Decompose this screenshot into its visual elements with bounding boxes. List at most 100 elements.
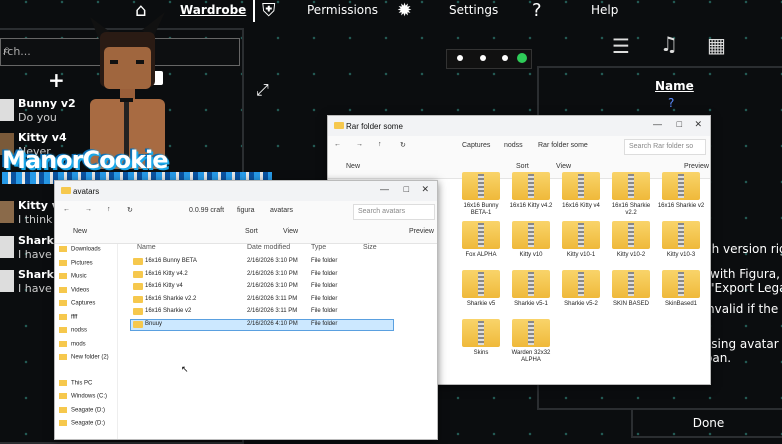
column-header-date[interactable]: Date modified [247,244,290,251]
done-button[interactable]: Done [631,408,782,438]
maximize-icon[interactable]: □ [677,119,682,129]
sliders-icon[interactable]: ☰ [612,34,630,58]
help-tab[interactable]: Help [591,3,618,17]
nav-item[interactable]: Seagate (D:) [59,420,105,427]
nav-item[interactable]: Seagate (D:) [59,406,105,413]
nav-label: Music [71,273,87,280]
folder-tile[interactable]: Kitty v10-2 [606,221,656,271]
column-header-name[interactable]: Name [137,244,156,251]
up-icon[interactable]: ↑ [378,141,382,148]
minimize-icon[interactable]: — [653,119,662,129]
column-header-type[interactable]: Type [311,244,326,251]
folder-tile[interactable]: Kitty v10-3 [656,221,706,271]
file-name: 16x16 Sharkie v2 [145,308,192,314]
folder-tile[interactable]: SkinBased1 [656,270,706,320]
table-row[interactable]: 16x16 Sharkie v2.2 2/16/2026 3:11 PM File … [131,295,393,305]
nav-item[interactable]: nodss [59,327,87,334]
breadcrumb-item[interactable]: Captures [462,142,490,149]
preview-button[interactable]: Preview [409,228,434,235]
sort-button[interactable]: Sort [245,228,258,235]
nav-item[interactable]: mods [59,340,86,347]
file-name: 16x16 Kitty v4 [145,283,183,289]
music-icon[interactable]: ♫ [660,32,678,56]
search-input[interactable]: Search Rar folder so [624,139,706,155]
folder-icon [462,270,500,298]
folder-label: Sharkie v5-1 [514,301,548,307]
blocks-icon[interactable]: ▦ [707,33,726,57]
breadcrumb-item[interactable]: Rar folder some [538,142,588,149]
file-type: File folder [311,308,338,314]
sort-button[interactable]: Sort [516,163,529,170]
nav-item[interactable]: Music [59,273,87,280]
new-button[interactable]: New [346,163,360,170]
folder-tile[interactable]: SKIN BASED [606,270,656,320]
forward-icon[interactable]: → [356,141,363,148]
permissions-tab[interactable]: Permissions [307,3,378,17]
minimize-icon[interactable]: — [380,184,389,194]
nav-item[interactable]: Windows (C:) [59,393,107,400]
file-name: 16x16 Kitty v4.2 [145,270,188,277]
folder-tile[interactable]: Fox ALPHA [456,221,506,271]
nav-item[interactable]: Videos [59,286,89,293]
back-icon[interactable]: ← [334,141,341,148]
table-row[interactable]: 16x16 Bunny BETA 2/16/2026 3:10 PM File fo… [131,257,393,267]
folder-tile[interactable]: 16x16 Bunny BETA-1 [456,172,506,222]
refresh-icon[interactable]: ↻ [400,141,406,149]
maximize-icon[interactable]: □ [404,184,409,194]
folder-tile[interactable]: Kitty v10-1 [556,221,606,271]
view-button[interactable]: View [556,163,571,170]
avatar [0,236,14,258]
folder-tile[interactable]: Warden 32x32 ALPHA [506,319,556,369]
folder-tile[interactable]: Sharkie v5 [456,270,506,320]
nav-item[interactable]: Downloads [59,246,101,253]
nav-label: Downloads [71,246,101,253]
folder-icon [512,270,550,298]
table-row[interactable]: 16x16 Sharkie v2 2/16/2026 3:11 PM File fo… [131,307,393,317]
page-indicator [446,49,532,69]
close-icon[interactable]: ✕ [694,119,702,130]
folder-icon [512,319,550,347]
preview-button[interactable]: Preview [684,163,709,170]
column-header-size[interactable]: Size [363,244,377,251]
nav-item[interactable]: Captures [59,300,95,307]
folder-label: SKIN BASED [612,301,649,307]
explorer-window-avatars[interactable]: avatars — □ ✕ ← → ↑ ↻ 0.0.99 craft figur… [54,180,438,440]
folder-tile[interactable]: Skins [456,319,506,369]
up-icon[interactable]: ↑ [107,206,111,213]
new-button[interactable]: New [73,228,87,235]
nav-item[interactable]: Pictures [59,259,93,266]
breadcrumb-item[interactable]: figura [237,207,255,214]
table-row[interactable]: 16x16 Kitty v4 2/16/2026 3:10 PM File fold… [131,282,393,292]
table-row[interactable]: 16x16 Kitty v4.2 2/16/2026 3:10 PM File fo… [131,270,393,280]
window-titlebar[interactable]: avatars — □ ✕ [55,181,437,201]
settings-tab[interactable]: Settings [449,3,498,17]
address-bar[interactable]: ← → ↑ ↻ 0.0.99 craft figura avatars Sear… [55,201,437,223]
folder-tile[interactable]: Sharkie v5-1 [506,270,556,320]
refresh-icon[interactable]: ↻ [127,206,133,214]
folder-icon [662,172,700,200]
search-input[interactable]: Search avatars [353,204,435,220]
table-row[interactable]: Bnuuy 2/16/2026 4:10 PM File folder [130,318,394,331]
folder-tile[interactable]: 16x16 Sharkie v2.2 [606,172,656,222]
breadcrumb-item[interactable]: 0.0.99 craft [189,207,224,214]
player-name: ManorCookie [2,146,169,174]
folder-tile[interactable]: 16x16 Sharkie v2 [656,172,706,222]
address-bar[interactable]: ← → ↑ ↻ Captures nodss Rar folder some S… [328,136,710,158]
add-icon[interactable]: + [48,68,65,92]
breadcrumb-item[interactable]: avatars [270,207,293,214]
view-button[interactable]: View [283,228,298,235]
folder-tile[interactable]: 16x16 Kitty v4 [556,172,606,222]
folder-tile[interactable]: 16x16 Kitty v4.2 [506,172,556,222]
folder-tile[interactable]: Kitty v10 [506,221,556,271]
expand-icon[interactable]: ⤢ [256,80,269,100]
breadcrumb-item[interactable]: nodss [504,142,523,149]
close-icon[interactable]: ✕ [421,184,429,195]
window-titlebar[interactable]: Rar folder some — □ ✕ [328,116,710,136]
nav-item[interactable]: New folder (2) [59,354,109,361]
folder-tile[interactable]: Sharkie v5-2 [556,270,606,320]
nav-item[interactable]: ffff [59,313,77,320]
forward-icon[interactable]: → [85,206,92,213]
wardrobe-tab[interactable]: Wardrobe [180,3,246,17]
nav-item[interactable]: This PC [59,379,92,386]
back-icon[interactable]: ← [63,206,70,213]
